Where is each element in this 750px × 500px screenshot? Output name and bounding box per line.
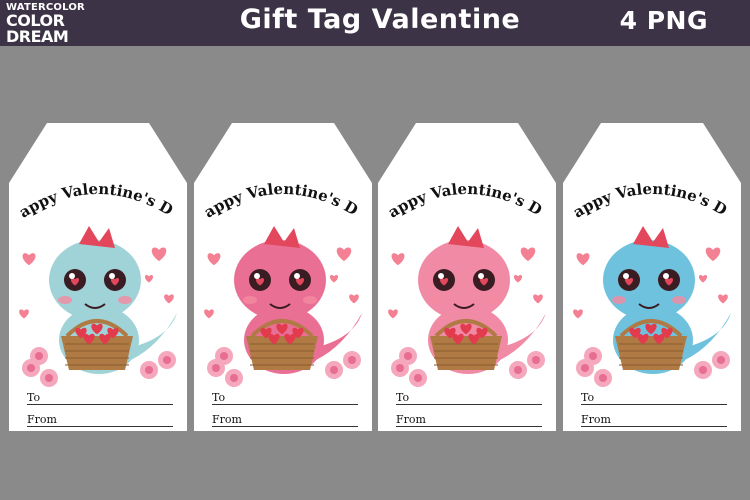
to-line: To	[396, 389, 542, 405]
dinosaur-illustration	[388, 226, 546, 387]
dinosaur-illustration	[204, 226, 362, 387]
greeting-arc: Happy Valentine's Day	[9, 151, 176, 221]
from-rule	[27, 426, 173, 427]
gift-tag-3: Happy Valentine's Day To From	[378, 123, 556, 431]
dino-cheek	[672, 296, 686, 304]
dino-cheek	[427, 296, 441, 304]
dino-cheek	[303, 296, 317, 304]
dinosaur-illustration	[19, 226, 177, 387]
from-line: From	[396, 411, 542, 427]
heart-icon	[151, 247, 167, 262]
dino-cheek	[58, 296, 72, 304]
heart-icon	[576, 253, 590, 266]
dino-cheek	[487, 296, 501, 304]
gift-tag-4: Happy Valentine's Day To From	[563, 123, 741, 431]
to-rule	[27, 404, 173, 405]
header-bar: WATERCOLOR COLOR DREAM Gift Tag Valentin…	[0, 0, 750, 46]
heart-icon	[22, 253, 36, 266]
heart-icon	[513, 274, 523, 283]
greeting-arc: Happy Valentine's Day	[378, 151, 545, 221]
to-rule	[581, 404, 727, 405]
greeting-text: Happy Valentine's Day	[194, 151, 361, 221]
from-line: From	[212, 411, 358, 427]
heart-icon	[391, 253, 405, 266]
heart-icon	[207, 253, 221, 266]
heart-icon	[705, 247, 721, 262]
page-title: Gift Tag Valentine	[239, 4, 521, 35]
dino-cheek	[118, 296, 132, 304]
heart-icon	[520, 247, 536, 262]
heart-icon	[329, 274, 339, 283]
dino-cheek	[243, 296, 257, 304]
from-label: From	[396, 413, 426, 426]
to-label: To	[581, 391, 595, 404]
from-line: From	[27, 411, 173, 427]
from-label: From	[212, 413, 242, 426]
greeting-arc: Happy Valentine's Day	[194, 151, 361, 221]
heart-icon	[336, 247, 352, 262]
greeting-text: Happy Valentine's Day	[378, 151, 545, 221]
heart-icon	[204, 309, 214, 319]
from-label: From	[27, 413, 57, 426]
png-count-badge: 4 PNG	[619, 6, 708, 35]
greeting-text: Happy Valentine's Day	[9, 151, 176, 221]
heart-icon	[533, 294, 543, 304]
gift-tag-2: Happy Valentine's Day To From	[194, 123, 372, 431]
from-rule	[581, 426, 727, 427]
dino-cheek	[612, 296, 626, 304]
heart-icon	[19, 309, 29, 319]
to-label: To	[212, 391, 226, 404]
to-label: To	[27, 391, 41, 404]
to-label: To	[396, 391, 410, 404]
from-rule	[396, 426, 542, 427]
from-label: From	[581, 413, 611, 426]
dinosaur-illustration	[573, 226, 731, 387]
heart-icon	[573, 309, 583, 319]
to-rule	[212, 404, 358, 405]
brand-logo: WATERCOLOR COLOR DREAM	[6, 3, 86, 45]
heart-icon	[698, 274, 708, 283]
gift-tag-1: Happy Valentine's Day To From	[9, 123, 187, 431]
heart-icon	[718, 294, 728, 304]
heart-icon	[349, 294, 359, 304]
from-line: From	[581, 411, 727, 427]
to-line: To	[581, 389, 727, 405]
heart-icon	[144, 274, 154, 283]
logo-line-3: DREAM	[6, 27, 69, 46]
heart-icon	[164, 294, 174, 304]
to-line: To	[212, 389, 358, 405]
greeting-arc: Happy Valentine's Day	[563, 151, 730, 221]
heart-icon	[388, 309, 398, 319]
from-rule	[212, 426, 358, 427]
to-line: To	[27, 389, 173, 405]
greeting-text: Happy Valentine's Day	[563, 151, 730, 221]
to-rule	[396, 404, 542, 405]
